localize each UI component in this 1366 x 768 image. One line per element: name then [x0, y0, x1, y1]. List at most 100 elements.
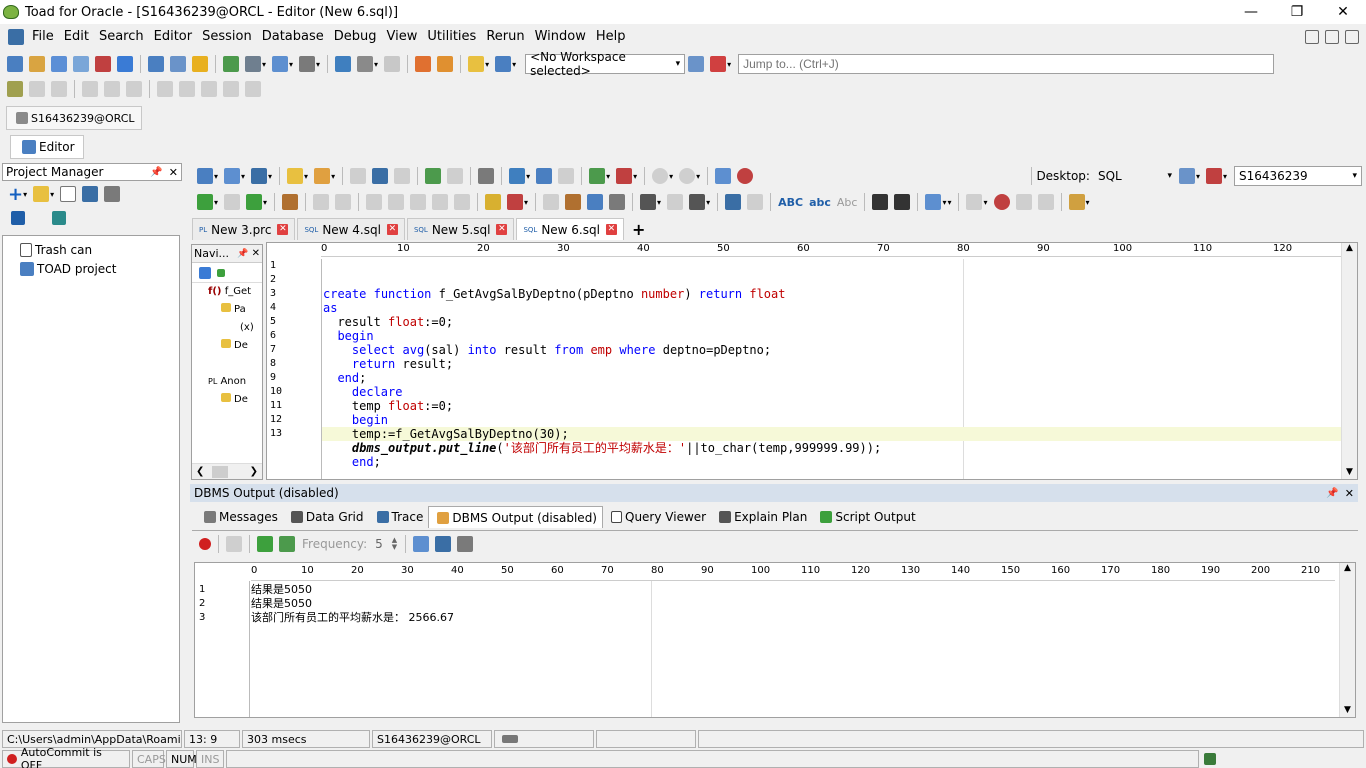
- lightning-icon[interactable]: [192, 56, 208, 72]
- layout-icon[interactable]: [272, 56, 289, 72]
- bug-icon[interactable]: [485, 194, 502, 210]
- new-editor-icon[interactable]: [7, 56, 23, 72]
- menu-session[interactable]: Session: [197, 26, 257, 48]
- output-tab-dbms-output[interactable]: DBMS Output (disabled): [428, 506, 603, 528]
- editor-window-tab[interactable]: Editor: [10, 135, 84, 159]
- search-icon[interactable]: [737, 168, 754, 184]
- output-enable-icon[interactable]: [199, 537, 211, 550]
- output-refresh-icon[interactable]: [226, 535, 242, 552]
- workspace-delete-icon[interactable]: [710, 56, 727, 72]
- macro-save-icon[interactable]: [1037, 194, 1054, 210]
- code-line[interactable]: begin: [323, 329, 881, 343]
- save-icon[interactable]: [82, 186, 99, 202]
- close-tab-icon[interactable]: ✕: [386, 224, 398, 235]
- back-icon[interactable]: [652, 168, 669, 184]
- debug-disabled-icon-7[interactable]: [454, 194, 471, 210]
- toolbar-disabled-icon-8[interactable]: [201, 81, 217, 97]
- save-file-icon[interactable]: [372, 168, 389, 184]
- output-tab-data-grid[interactable]: Data Grid: [283, 506, 369, 528]
- doc-tab-new4[interactable]: SQL New 4.sql ✕: [297, 218, 405, 240]
- code-line[interactable]: dbms_output.put_line('该部门所有员工的平均薪水是：'||t…: [323, 441, 881, 455]
- forward-icon[interactable]: [384, 56, 401, 72]
- menu-editor[interactable]: Editor: [149, 26, 197, 48]
- frequency-spinner[interactable]: 5 ▲ ▼: [371, 534, 401, 554]
- menu-database[interactable]: Database: [257, 26, 329, 48]
- clipboard-icon[interactable]: [565, 194, 582, 210]
- debug-disabled-icon-3[interactable]: [366, 194, 383, 210]
- debug-disabled-icon-4[interactable]: [388, 194, 405, 210]
- connection-tab[interactable]: S16436239@ORCL: [6, 106, 142, 130]
- toolbar-disabled-icon-7[interactable]: [179, 81, 195, 97]
- lowercase-icon[interactable]: abc: [809, 196, 831, 209]
- output-tab-script-output[interactable]: Script Output: [812, 506, 920, 528]
- export-icon[interactable]: [335, 56, 352, 72]
- toolbar-disabled-icon-2[interactable]: [51, 81, 67, 97]
- desktop-manage-icon[interactable]: [1178, 168, 1195, 184]
- app-menu-icon[interactable]: [8, 29, 24, 45]
- grid-icon[interactable]: [589, 168, 606, 184]
- toolbar-disabled-icon-6[interactable]: [157, 81, 173, 97]
- refresh-icon[interactable]: [447, 168, 464, 184]
- save-disabled-icon[interactable]: [350, 168, 367, 184]
- nav-item-anonymous[interactable]: PL Anon: [196, 373, 262, 391]
- record-icon[interactable]: [993, 194, 1010, 210]
- desktop-delete-icon[interactable]: [1205, 168, 1222, 184]
- menu-debug[interactable]: Debug: [329, 26, 382, 48]
- nav-item-anon-decl[interactable]: De: [196, 391, 262, 409]
- output-auto-icon[interactable]: [279, 535, 295, 552]
- uppercase-icon[interactable]: ABC: [778, 196, 803, 209]
- new-tab-button[interactable]: +: [626, 218, 651, 240]
- code-line[interactable]: declare: [323, 385, 881, 399]
- output-close-icon[interactable]: ✕: [1345, 487, 1354, 500]
- initcap-icon[interactable]: Abc: [837, 196, 858, 209]
- menu-rerun[interactable]: Rerun: [481, 26, 529, 48]
- code-line[interactable]: select avg(sal) into result from emp whe…: [323, 343, 881, 357]
- plsql-icon[interactable]: [357, 56, 374, 72]
- schema-select[interactable]: S16436239 ▾: [1234, 166, 1362, 186]
- toolbar-disabled-icon-5[interactable]: [126, 81, 142, 97]
- menu-utilities[interactable]: Utilities: [422, 26, 481, 48]
- jump-to-input[interactable]: [738, 54, 1275, 74]
- download-icon[interactable]: [437, 56, 454, 72]
- close-tab-icon[interactable]: ✕: [496, 224, 508, 235]
- open-file-icon[interactable]: [287, 168, 304, 184]
- doc-tab-new5[interactable]: SQL New 5.sql ✕: [406, 218, 515, 240]
- clear-icon[interactable]: [251, 168, 268, 184]
- editor-vscroll[interactable]: ▲ ▼: [1341, 243, 1357, 479]
- close-tab-icon[interactable]: ✕: [605, 224, 617, 235]
- menu-help[interactable]: Help: [591, 26, 631, 48]
- code-line[interactable]: as: [323, 301, 881, 315]
- options-edit-icon[interactable]: [1068, 194, 1085, 210]
- redo-icon[interactable]: [747, 194, 764, 210]
- nav-item-decl-child[interactable]: [196, 355, 262, 373]
- forward-nav-icon[interactable]: [679, 168, 696, 184]
- debug-disabled-icon-2[interactable]: [335, 194, 352, 210]
- data-grid-icon[interactable]: [117, 56, 133, 72]
- disconnect-icon[interactable]: [495, 56, 512, 72]
- output-print-icon[interactable]: [457, 535, 474, 552]
- new-file-icon[interactable]: [60, 186, 77, 202]
- code-line[interactable]: return result;: [323, 357, 881, 371]
- macro-icon[interactable]: [966, 194, 983, 210]
- output-vscroll[interactable]: ▲ ▼: [1339, 563, 1355, 717]
- maximize-button[interactable]: ❐: [1274, 0, 1320, 24]
- toolbar-disabled-icon-3[interactable]: [82, 81, 98, 97]
- panel-close-icon[interactable]: ✕: [169, 166, 178, 179]
- recent-files-icon[interactable]: [314, 168, 331, 184]
- connect-icon[interactable]: [468, 56, 485, 72]
- debug-disabled-icon-6[interactable]: [432, 194, 449, 210]
- sql-tracker-icon[interactable]: [95, 56, 111, 72]
- toolbar-disabled-icon-4[interactable]: [104, 81, 120, 97]
- close-tab-icon[interactable]: ✕: [277, 224, 289, 235]
- replace-icon[interactable]: [689, 194, 706, 210]
- bug-remove-icon[interactable]: [507, 194, 524, 210]
- code-line[interactable]: end;: [323, 371, 881, 385]
- find-icon[interactable]: [640, 194, 657, 210]
- output-copy-icon[interactable]: [413, 535, 430, 552]
- schema-browser-icon[interactable]: [29, 56, 45, 72]
- comment-icon[interactable]: [587, 194, 604, 210]
- code-text[interactable]: create function f_GetAvgSalByDeptno(pDep…: [323, 259, 881, 497]
- calculator-icon[interactable]: [715, 168, 732, 184]
- execute-script-icon[interactable]: [246, 194, 263, 210]
- nav-item-variable[interactable]: (x): [196, 319, 262, 337]
